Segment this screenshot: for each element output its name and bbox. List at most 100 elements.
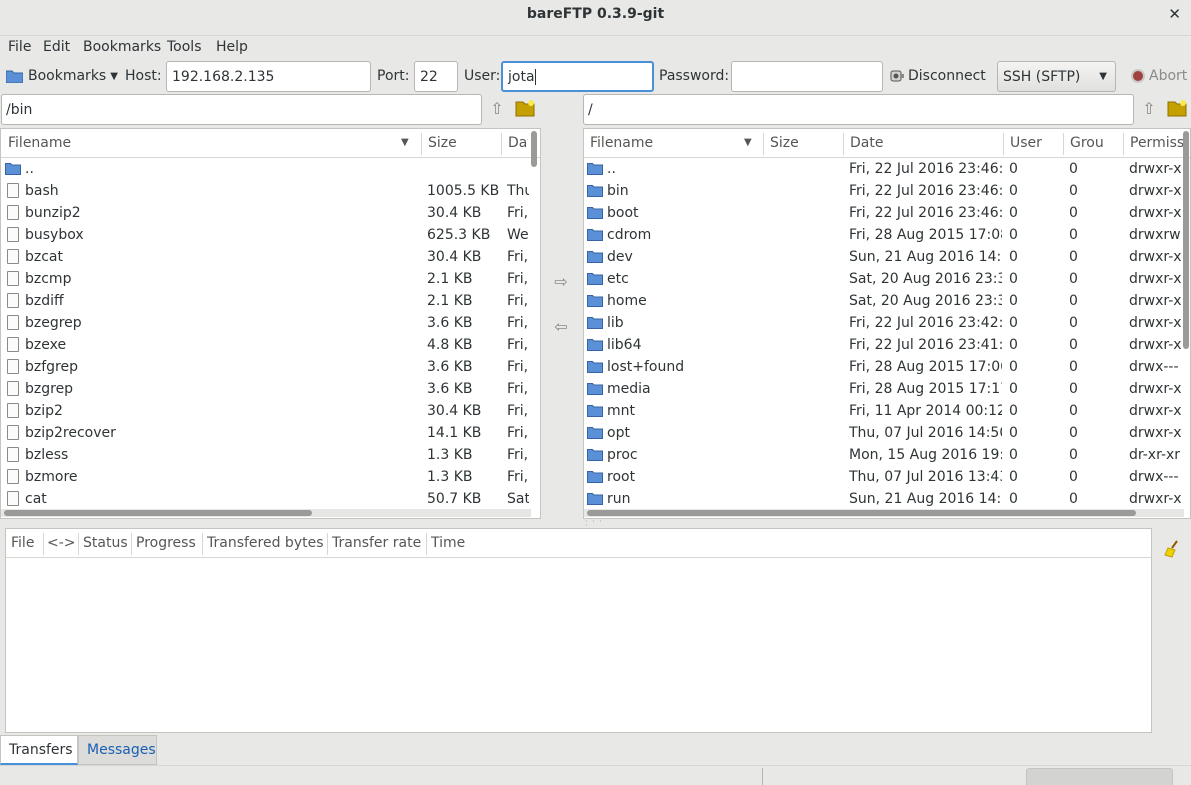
file-group: 0 xyxy=(1069,337,1078,353)
table-row[interactable]: media Fri, 28 Aug 2015 17:17 0 0 drwxr-x xyxy=(584,379,1190,401)
file-date: Fri, 28 Aug 2015 17:06 xyxy=(849,359,1002,375)
close-icon[interactable]: ✕ xyxy=(1168,5,1181,23)
table-row[interactable]: cdrom Fri, 28 Aug 2015 17:08 0 0 drwxrw xyxy=(584,225,1190,247)
disconnect-button[interactable]: Disconnect xyxy=(889,60,986,92)
bookmarks-button[interactable]: Bookmarks ▼ xyxy=(6,60,118,92)
file-name: lib xyxy=(607,315,624,331)
protocol-select[interactable]: SSH (SFTP) ▼ xyxy=(997,61,1116,92)
col-size[interactable]: Size xyxy=(770,135,799,151)
download-arrow-icon[interactable]: ⇦ xyxy=(549,315,573,339)
file-user: 0 xyxy=(1009,469,1018,485)
port-input[interactable]: 22 xyxy=(414,61,458,92)
table-row[interactable]: root Thu, 07 Jul 2016 13:43 0 0 drwx--- xyxy=(584,467,1190,489)
abort-button[interactable]: Abort xyxy=(1131,60,1187,92)
table-row[interactable]: bzless 1.3 KB Fri, xyxy=(1,445,540,467)
connection-toolbar: Bookmarks ▼ Host: 192.168.2.135 Port: 22… xyxy=(0,60,1191,94)
queue-col-status[interactable]: Status xyxy=(83,535,128,551)
col-group[interactable]: Grou xyxy=(1070,135,1104,151)
menu-file[interactable]: File xyxy=(8,39,31,55)
table-row[interactable]: bzdiff 2.1 KB Fri, xyxy=(1,291,540,313)
new-folder-icon[interactable] xyxy=(1167,99,1187,121)
col-size[interactable]: Size xyxy=(428,135,457,151)
col-date[interactable]: Dat xyxy=(508,135,528,151)
file-name: bash xyxy=(25,183,59,199)
remote-horizontal-scrollbar[interactable] xyxy=(587,510,1136,516)
file-icon xyxy=(7,249,19,264)
menu-tools[interactable]: Tools xyxy=(167,39,202,55)
table-row[interactable]: bzip2 30.4 KB Fri, xyxy=(1,401,540,423)
clear-broom-icon[interactable] xyxy=(1163,540,1181,562)
local-path-bar: /bin ⇧ xyxy=(0,94,545,126)
table-row[interactable]: boot Fri, 22 Jul 2016 23:46: 0 0 drwxr-x xyxy=(584,203,1190,225)
col-user[interactable]: User xyxy=(1010,135,1042,151)
queue-col-direction[interactable]: <-> xyxy=(47,535,76,551)
menu-edit[interactable]: Edit xyxy=(43,39,70,55)
host-input[interactable]: 192.168.2.135 xyxy=(166,61,371,92)
remote-path-input[interactable]: / xyxy=(583,94,1134,125)
queue-col-file[interactable]: File xyxy=(11,535,34,551)
file-user: 0 xyxy=(1009,315,1018,331)
table-row[interactable]: lib Fri, 22 Jul 2016 23:42: 0 0 drwxr-x xyxy=(584,313,1190,335)
table-row[interactable]: lost+found Fri, 28 Aug 2015 17:06 0 0 drwx--… xyxy=(584,357,1190,379)
queue-col-transferred[interactable]: Transfered bytes xyxy=(207,535,324,551)
go-up-icon[interactable]: ⇧ xyxy=(1137,97,1161,121)
queue-col-progress[interactable]: Progress xyxy=(136,535,196,551)
tab-transfers[interactable]: Transfers xyxy=(0,735,78,765)
table-row[interactable]: home Sat, 20 Aug 2016 23:3 0 0 drwxr-x xyxy=(584,291,1190,313)
col-filename[interactable]: Filename xyxy=(8,135,71,151)
file-name: dev xyxy=(607,249,633,265)
transfer-queue[interactable]: File <-> Status Progress Transfered byte… xyxy=(5,528,1152,733)
table-row[interactable]: mnt Fri, 11 Apr 2014 00:12 0 0 drwxr-x xyxy=(584,401,1190,423)
local-vertical-scrollbar[interactable] xyxy=(531,131,537,167)
upload-arrow-icon[interactable]: ⇨ xyxy=(549,270,573,294)
col-filename[interactable]: Filename xyxy=(590,135,653,151)
status-divider xyxy=(762,768,763,785)
table-row[interactable]: bzcat 30.4 KB Fri, xyxy=(1,247,540,269)
table-row[interactable]: bzexe 4.8 KB Fri, xyxy=(1,335,540,357)
table-row[interactable]: bzcmp 2.1 KB Fri, xyxy=(1,269,540,291)
go-up-icon[interactable]: ⇧ xyxy=(485,97,509,121)
table-row[interactable]: etc Sat, 20 Aug 2016 23:3 0 0 drwxr-x xyxy=(584,269,1190,291)
table-row[interactable]: run Sun, 21 Aug 2016 14:3 0 0 drwxr-x xyxy=(584,489,1190,511)
table-row[interactable]: proc Mon, 15 Aug 2016 19:4 0 0 dr-xr-xr xyxy=(584,445,1190,467)
table-row[interactable]: bzfgrep 3.6 KB Fri, xyxy=(1,357,540,379)
queue-col-time[interactable]: Time xyxy=(431,535,465,551)
table-row[interactable]: lib64 Fri, 22 Jul 2016 23:41: 0 0 drwxr-x xyxy=(584,335,1190,357)
resize-handle[interactable]: · · · · xyxy=(585,518,609,530)
remote-vertical-scrollbar[interactable] xyxy=(1183,131,1189,349)
file-name: bzfgrep xyxy=(25,359,78,375)
table-row[interactable]: bash 1005.5 KB Thu xyxy=(1,181,540,203)
table-row[interactable]: .. xyxy=(1,159,540,181)
file-icon xyxy=(7,293,19,308)
queue-col-rate[interactable]: Transfer rate xyxy=(332,535,421,551)
file-date: Fri, 22 Jul 2016 23:41: xyxy=(849,337,1002,353)
remote-file-list[interactable]: Filename ▼ Size Date User Grou Permiss .… xyxy=(583,128,1191,519)
table-row[interactable]: bzegrep 3.6 KB Fri, xyxy=(1,313,540,335)
table-row[interactable]: bunzip2 30.4 KB Fri, xyxy=(1,203,540,225)
file-date: Sat, 20 Aug 2016 23:3 xyxy=(849,271,1002,287)
col-permissions[interactable]: Permiss xyxy=(1130,135,1185,151)
table-row[interactable]: bzgrep 3.6 KB Fri, xyxy=(1,379,540,401)
file-permissions: drwxr-x xyxy=(1129,293,1182,309)
table-row[interactable]: busybox 625.3 KB We xyxy=(1,225,540,247)
password-input[interactable] xyxy=(731,61,883,92)
new-folder-icon[interactable] xyxy=(515,99,535,121)
local-file-list[interactable]: Filename ▼ Size Dat .. bash 1005.5 KB Thu bu… xyxy=(0,128,541,519)
local-horizontal-scrollbar[interactable] xyxy=(4,510,312,516)
table-row[interactable]: dev Sun, 21 Aug 2016 14:3 0 0 drwxr-x xyxy=(584,247,1190,269)
file-size: 2.1 KB xyxy=(427,293,473,309)
table-row[interactable]: cat 50.7 KB Sat xyxy=(1,489,540,511)
file-permissions: drwxrw xyxy=(1129,227,1181,243)
tab-messages[interactable]: Messages xyxy=(78,735,157,765)
table-row[interactable]: bzip2recover 14.1 KB Fri, xyxy=(1,423,540,445)
menu-help[interactable]: Help xyxy=(216,39,248,55)
table-row[interactable]: bin Fri, 22 Jul 2016 23:46: 0 0 drwxr-x xyxy=(584,181,1190,203)
file-date: Thu, 07 Jul 2016 13:43 xyxy=(849,469,1002,485)
table-row[interactable]: bzmore 1.3 KB Fri, xyxy=(1,467,540,489)
user-input[interactable]: jota xyxy=(501,61,654,92)
table-row[interactable]: opt Thu, 07 Jul 2016 14:50 0 0 drwxr-x xyxy=(584,423,1190,445)
menu-bookmarks[interactable]: Bookmarks xyxy=(83,39,161,55)
local-path-input[interactable]: /bin xyxy=(1,94,482,125)
table-row[interactable]: .. Fri, 22 Jul 2016 23:46: 0 0 drwxr-x xyxy=(584,159,1190,181)
col-date[interactable]: Date xyxy=(850,135,883,151)
